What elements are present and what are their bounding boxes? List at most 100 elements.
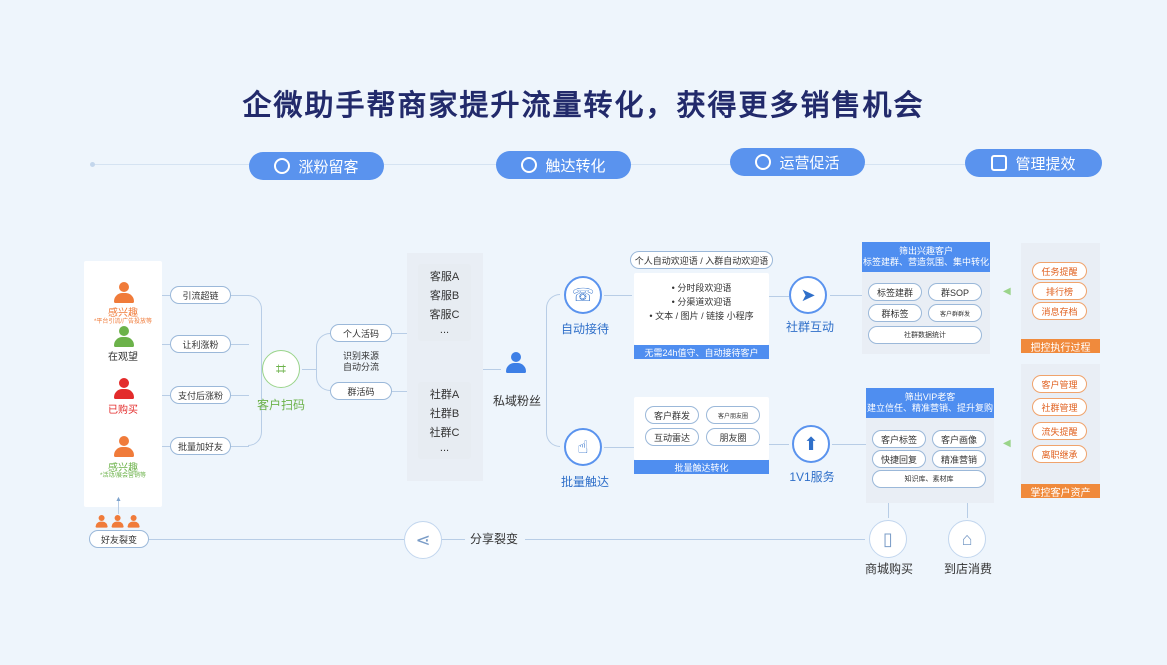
person-icon xyxy=(111,515,124,528)
one-on-one-pill: 精准营销 xyxy=(932,450,986,468)
arrow-up-icon: ▲ xyxy=(115,496,122,503)
community-pill: 客户群群发 xyxy=(928,304,982,322)
management-pill: 排行榜 xyxy=(1032,282,1087,300)
phone-icon: ▯ xyxy=(869,520,907,558)
one-on-one-pill: 客户标签 xyxy=(872,430,926,448)
auto-reception-header: 个人自动欢迎语 / 入群自动欢迎语 xyxy=(630,251,773,269)
management-top-footer: 把控执行过程 xyxy=(1021,339,1100,354)
community-interaction-header: 筛出兴趣客户 标签建群、营造氛围、集中转化 xyxy=(862,242,990,272)
connector xyxy=(231,395,249,396)
phase-grow-fans: 涨粉留客 xyxy=(249,152,384,180)
connector xyxy=(888,503,889,518)
connector xyxy=(231,344,249,345)
arrow-left-icon: ◀ xyxy=(1003,438,1011,449)
phase-operation: 运营促活 xyxy=(730,148,865,176)
connector xyxy=(162,344,170,345)
community-pill: 群标签 xyxy=(868,304,922,322)
connector xyxy=(440,539,465,540)
management-pill: 流失提醒 xyxy=(1032,422,1087,440)
connector xyxy=(967,503,968,518)
person-icon xyxy=(505,352,527,374)
auto-reception-box: • 分时段欢迎语 • 分渠道欢迎语 • 文本 / 图片 / 链接 小程序 xyxy=(634,273,769,345)
code-group-pill: 群活码 xyxy=(330,382,392,400)
customer-watching-label: 在观望 xyxy=(108,352,138,363)
referral-pill: 好友裂变 xyxy=(89,530,149,548)
phase-reach-convert: 触达转化 xyxy=(496,151,631,179)
connector xyxy=(162,446,170,447)
connector xyxy=(231,446,249,447)
community-group-box: 社群A 社群B 社群C ... xyxy=(418,382,471,459)
service-staff-box: 客服A 客服B 客服C ... xyxy=(418,264,471,341)
auto-reception-item: • 分时段欢迎语 xyxy=(671,283,732,293)
management-pill: 社群管理 xyxy=(1032,398,1087,416)
auto-reception-item: • 分渠道欢迎语 xyxy=(671,297,732,307)
batch-reach-footer: 批量触达转化 xyxy=(634,460,769,474)
person-icon xyxy=(113,436,135,458)
connector xyxy=(769,296,789,297)
check-circle-icon xyxy=(274,158,291,174)
person-icon xyxy=(95,515,108,528)
share-label: 分享裂变 xyxy=(469,532,518,546)
one-on-one-header: 筛出VIP老客 建立信任、精准营销、提升复购 xyxy=(866,388,994,418)
connector xyxy=(248,295,262,446)
customer-purchased-label: 已购买 xyxy=(108,405,138,416)
connector xyxy=(525,539,865,540)
up-arrow-icon: ⬆ xyxy=(792,425,830,463)
connector xyxy=(604,447,634,448)
auto-reception-label: 自动接待 xyxy=(560,322,609,336)
service-staff-item: ... xyxy=(439,324,450,336)
store-icon: ⌂ xyxy=(948,520,986,558)
management-pill: 任务提醒 xyxy=(1032,262,1087,280)
paper-plane-icon: ➤ xyxy=(789,276,827,314)
community-interaction-label: 社群互动 xyxy=(785,320,834,334)
one-on-one-pill: 知识库、素材库 xyxy=(872,470,986,488)
batch-reach-pill: 互动雷达 xyxy=(645,428,699,446)
customer-interested-note: *活动/展会营销等 xyxy=(99,473,146,479)
management-pill: 离职继承 xyxy=(1032,445,1087,463)
phase-management: 管理提效 xyxy=(965,149,1102,177)
page-title: 企微助手帮商家提升流量转化，获得更多销售机会 xyxy=(242,90,925,122)
person-icon xyxy=(127,515,140,528)
channel-pill: 支付后涨粉 xyxy=(170,386,231,404)
connector xyxy=(483,369,501,370)
connector xyxy=(830,295,862,296)
outcome-store-label: 到店消费 xyxy=(943,562,992,576)
community-group-item: 社群A xyxy=(429,389,460,401)
target-icon xyxy=(521,157,538,173)
connector xyxy=(769,444,789,445)
arrow-left-icon: ◀ xyxy=(1003,286,1011,297)
share-icon: ⋖ xyxy=(404,521,442,559)
connector xyxy=(162,295,163,447)
one-on-one-pill: 客户画像 xyxy=(932,430,986,448)
community-group-item: ... xyxy=(439,442,450,454)
one-on-one-pill: 快捷回复 xyxy=(872,450,926,468)
scan-icon: ⌗ xyxy=(262,350,300,388)
person-icon xyxy=(113,282,135,304)
refresh-icon xyxy=(755,154,772,170)
connector xyxy=(546,294,560,447)
connector xyxy=(149,539,404,540)
chart-board-icon xyxy=(991,155,1008,171)
batch-reach-pill: 客户群发 xyxy=(645,406,699,424)
touch-icon: ☝ xyxy=(564,428,602,466)
channel-pill: 批量加好友 xyxy=(170,437,231,455)
service-staff-item: 客服C xyxy=(429,309,460,321)
community-pill: 社群数据统计 xyxy=(868,326,982,344)
connector xyxy=(162,395,170,396)
community-group-item: 社群B xyxy=(429,408,460,420)
channel-pill: 让利涨粉 xyxy=(170,335,231,353)
phone-icon: ☏ xyxy=(564,276,602,314)
scan-label: 客户扫码 xyxy=(256,398,305,412)
one-on-one-label: 1V1服务 xyxy=(789,470,835,484)
connector xyxy=(832,444,866,445)
management-bottom-footer: 掌控客户资产 xyxy=(1021,484,1100,499)
connector xyxy=(316,333,330,391)
connector xyxy=(302,369,316,370)
batch-reach-label: 批量触达 xyxy=(560,475,609,489)
phase-dot xyxy=(90,162,95,167)
community-pill: 标签建群 xyxy=(868,283,922,301)
management-pill: 客户管理 xyxy=(1032,375,1087,393)
person-icon xyxy=(113,378,135,400)
service-staff-item: 客服A xyxy=(429,271,460,283)
code-personal-pill: 个人活码 xyxy=(330,324,392,342)
